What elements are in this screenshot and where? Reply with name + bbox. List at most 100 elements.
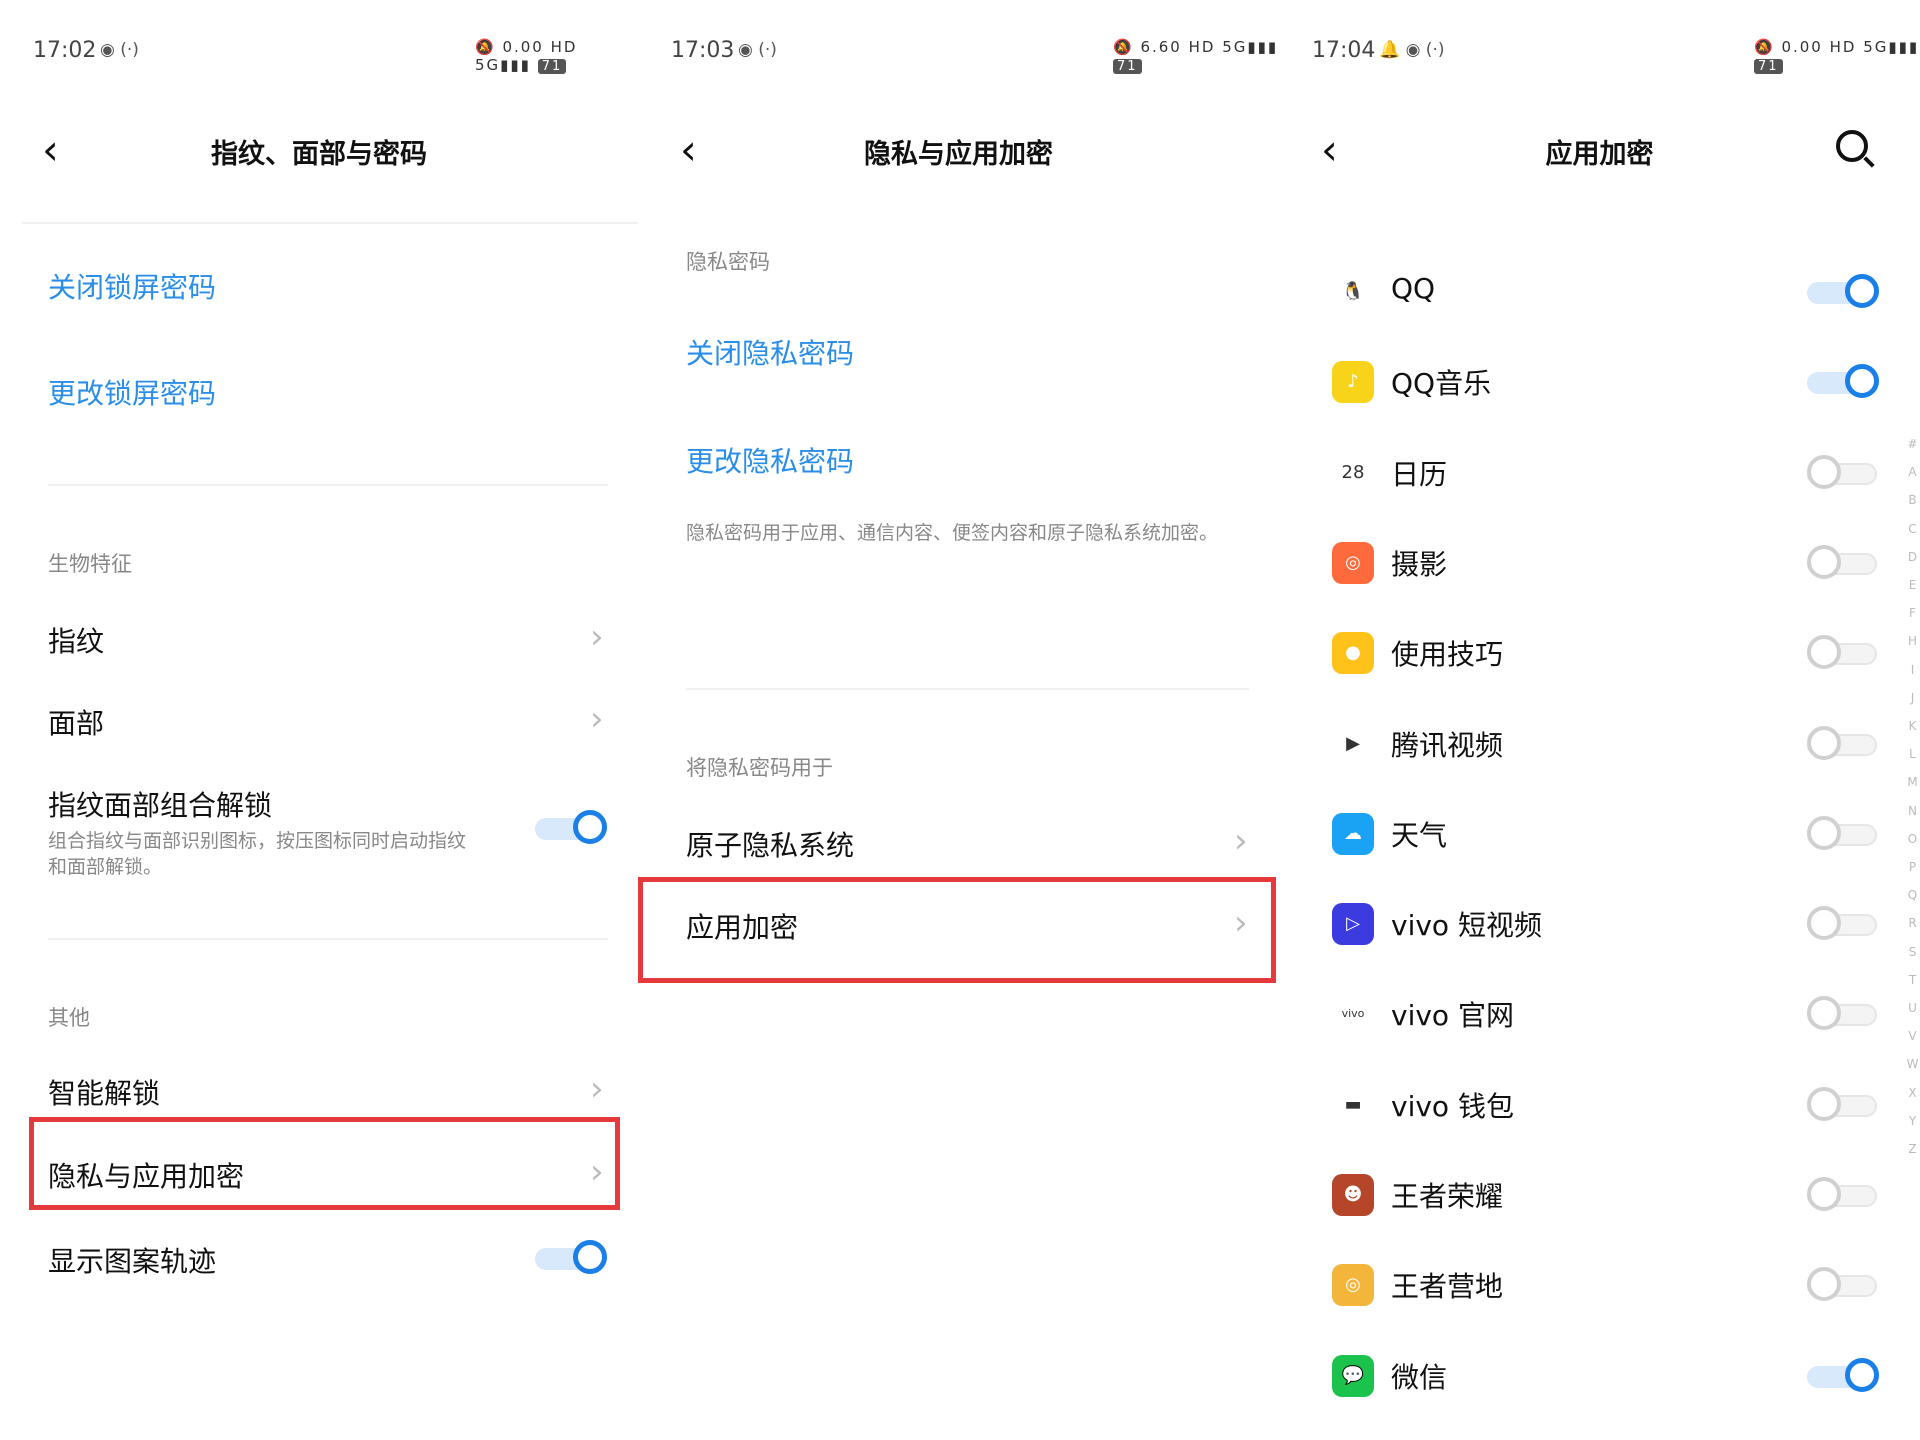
weather-icon: ☁ <box>1332 812 1374 855</box>
toggle-thumb <box>1807 635 1841 670</box>
index-letter[interactable]: U <box>1905 994 1920 1022</box>
tencent-video-icon: ▶ <box>1332 722 1374 765</box>
index-letter[interactable]: R <box>1905 909 1920 937</box>
toggle-thumb <box>1845 1357 1879 1392</box>
toggle-thumb <box>573 810 607 844</box>
app-encrypt-toggle[interactable] <box>1807 1356 1879 1396</box>
status-left-icons: 🔔 ◉ (·) <box>1379 40 1445 60</box>
highlight-box <box>638 877 1276 983</box>
index-letter[interactable]: L <box>1905 740 1920 768</box>
show-pattern-toggle[interactable] <box>535 1238 607 1278</box>
app-encrypt-toggle[interactable] <box>1807 1265 1879 1305</box>
app-encrypt-toggle[interactable] <box>1807 814 1879 854</box>
app-row: ▬ vivo 钱包 <box>1279 1063 1920 1153</box>
app-name: 微信 <box>1391 1360 1448 1394</box>
app-encrypt-toggle[interactable] <box>1807 904 1879 944</box>
chevron-right-icon: › <box>590 617 604 657</box>
index-letter[interactable]: Z <box>1905 1135 1920 1163</box>
app-encrypt-toggle[interactable] <box>1807 1175 1879 1215</box>
toggle-thumb <box>1807 725 1841 760</box>
screens-container: 17:02 ◉ (·) 🔕 0.00 HD 5G▮▮▮ 71 ‹ 指纹、面部与密… <box>0 0 1920 1440</box>
page-title: 指纹、面部与密码 <box>211 139 427 170</box>
status-time: 17:02 <box>33 38 97 63</box>
app-row: ☁ 天气 <box>1279 792 1920 882</box>
status-indicators: 🔕 0.00 HD 5G▮▮▮ <box>1754 38 1920 56</box>
index-letter[interactable]: M <box>1905 768 1920 796</box>
index-letter[interactable]: # <box>1905 430 1920 458</box>
status-bar: 17:02 ◉ (·) 🔕 0.00 HD 5G▮▮▮ 71 <box>0 0 638 100</box>
row-label: 指纹面部组合解锁 <box>48 789 273 822</box>
index-letter[interactable]: B <box>1905 486 1920 514</box>
close-lock-password-link[interactable]: 关闭锁屏密码 <box>48 266 216 306</box>
index-letter[interactable]: C <box>1905 515 1920 543</box>
app-encrypt-toggle[interactable] <box>1807 543 1879 583</box>
battery-icon: 71 <box>1754 59 1783 74</box>
vivo-short-video-icon: ▷ <box>1332 903 1374 946</box>
app-encrypt-toggle[interactable] <box>1807 272 1879 312</box>
app-encrypt-toggle[interactable] <box>1807 994 1879 1034</box>
row-label: 指纹 <box>48 625 105 658</box>
app-name: QQ音乐 <box>1391 367 1492 401</box>
nav-header: ‹ 应用加密 <box>1279 110 1920 190</box>
index-letter[interactable]: E <box>1905 571 1920 599</box>
screen-app-encryption: 17:04 🔔 ◉ (·) 🔕 0.00 HD 5G▮▮▮ 71 ‹ 应用加密 … <box>1279 0 1920 1440</box>
chevron-right-icon: › <box>590 699 604 739</box>
change-lock-password-link[interactable]: 更改锁屏密码 <box>48 372 216 412</box>
index-letter[interactable]: K <box>1905 712 1920 740</box>
app-encrypt-toggle[interactable] <box>1807 362 1879 402</box>
app-encrypt-toggle[interactable] <box>1807 724 1879 764</box>
app-row: 💬 微信 <box>1279 1334 1920 1424</box>
toggle-thumb <box>1807 1177 1841 1211</box>
toggle-thumb <box>1845 274 1879 308</box>
close-privacy-password-link[interactable]: 关闭隐私密码 <box>686 332 854 372</box>
index-letter[interactable]: T <box>1905 966 1920 994</box>
index-letter[interactable]: H <box>1905 627 1920 655</box>
index-letter[interactable]: X <box>1905 1079 1920 1107</box>
app-name: 腾讯视频 <box>1391 728 1504 762</box>
app-name: vivo 钱包 <box>1391 1089 1514 1123</box>
section-label-biometrics: 生物特征 <box>48 552 132 576</box>
toggle-thumb <box>1845 364 1879 399</box>
app-encrypt-toggle[interactable] <box>1807 453 1879 493</box>
vivo-official-icon: vivo <box>1332 993 1374 1036</box>
index-letter[interactable]: Y <box>1905 1107 1920 1135</box>
app-row: 🐧 QQ <box>1279 250 1920 340</box>
divider <box>48 484 608 486</box>
app-encrypt-toggle[interactable] <box>1807 1085 1879 1125</box>
index-letter[interactable]: Q <box>1905 881 1920 909</box>
app-row: ◎ 王者营地 <box>1279 1243 1920 1333</box>
index-letter[interactable]: S <box>1905 938 1920 966</box>
index-letter[interactable]: F <box>1905 599 1920 627</box>
qq-music-icon: ♪ <box>1332 361 1374 404</box>
toggle-thumb <box>1807 544 1841 579</box>
toggle-thumb <box>1807 454 1841 489</box>
combo-unlock-toggle[interactable] <box>535 808 607 848</box>
index-letter[interactable]: A <box>1905 458 1920 486</box>
row-label: 原子隐私系统 <box>686 829 855 862</box>
index-letter[interactable]: W <box>1905 1050 1920 1078</box>
divider <box>22 222 638 224</box>
status-right-icons: 🔕 0.00 HD 5G▮▮▮ 71 <box>475 38 638 74</box>
alphabet-index[interactable]: # A B C D E F H I J K L M N O P Q R S T U V W X Y Z <box>1905 430 1920 1163</box>
highlight-box <box>29 1117 620 1210</box>
app-row: vivo vivo 官网 <box>1279 972 1920 1062</box>
index-letter[interactable]: O <box>1905 825 1920 853</box>
toggle-thumb <box>1807 815 1841 850</box>
index-letter[interactable]: J <box>1905 684 1920 712</box>
status-bar: 17:04 🔔 ◉ (·) 🔕 0.00 HD 5G▮▮▮ 71 <box>1279 0 1920 100</box>
index-letter[interactable]: N <box>1905 797 1920 825</box>
camera-icon: ◎ <box>1332 541 1374 584</box>
index-letter[interactable]: I <box>1905 656 1920 684</box>
app-encrypt-toggle[interactable] <box>1807 633 1879 673</box>
page-title: 应用加密 <box>1545 139 1654 170</box>
change-privacy-password-link[interactable]: 更改隐私密码 <box>686 440 854 480</box>
index-letter[interactable]: P <box>1905 853 1920 881</box>
tips-icon: ● <box>1332 632 1374 675</box>
search-icon[interactable] <box>1836 130 1868 162</box>
section-label-other: 其他 <box>48 1006 90 1030</box>
index-letter[interactable]: V <box>1905 1022 1920 1050</box>
battery-icon: 71 <box>537 59 567 74</box>
index-letter[interactable]: D <box>1905 543 1920 571</box>
status-time: 17:04 <box>1312 38 1376 63</box>
honor-of-kings-icon: ☻ <box>1332 1174 1374 1216</box>
